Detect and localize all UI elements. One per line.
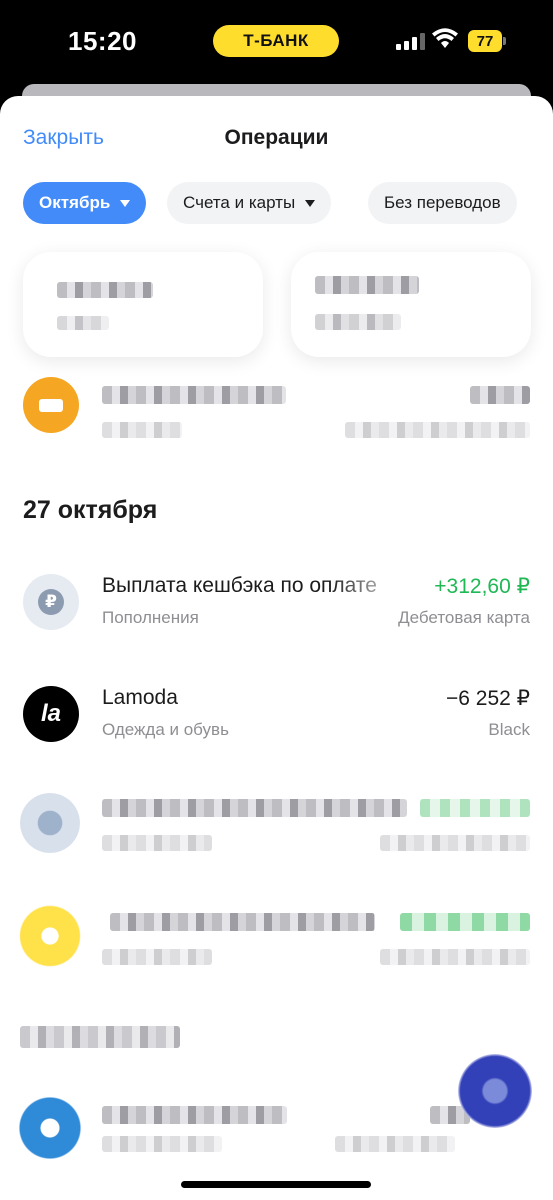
- redacted-icon[interactable]: [18, 904, 82, 968]
- redacted-date-header: [20, 1026, 180, 1048]
- redacted-text: [102, 1106, 287, 1124]
- operation-amount: +312,60 ₽: [434, 575, 530, 598]
- title-fade: [330, 567, 410, 603]
- transfers-filter-label: Без переводов: [384, 193, 501, 212]
- redacted-icon[interactable]: [20, 793, 80, 853]
- redacted-text: [345, 422, 530, 438]
- redacted-text: [57, 316, 109, 330]
- operation-account: Дебетовая карта: [398, 608, 530, 627]
- redacted-text: [110, 913, 375, 931]
- redacted-text: [315, 276, 419, 294]
- redacted-text: [57, 282, 153, 298]
- accounts-filter-label: Счета и карты: [183, 193, 296, 212]
- status-time: 15:20: [68, 26, 137, 56]
- transfers-filter-chip[interactable]: Без переводов: [368, 182, 517, 224]
- battery-icon: 77: [468, 30, 502, 52]
- redacted-text: [335, 1136, 455, 1152]
- chevron-down-icon: [120, 199, 131, 207]
- accounts-filter-chip[interactable]: Счета и карты: [167, 182, 332, 224]
- redacted-text: [102, 949, 212, 965]
- redacted-text: [102, 799, 407, 817]
- expenses-summary-card[interactable]: [23, 252, 263, 357]
- shopping-bag-icon[interactable]: [23, 377, 79, 433]
- home-indicator: [181, 1181, 371, 1188]
- redacted-text: [420, 799, 530, 817]
- battery-tip: [503, 37, 506, 45]
- redacted-text: [400, 913, 530, 931]
- operation-category: Пополнения: [102, 608, 199, 627]
- operation-amount: −6 252 ₽: [445, 687, 530, 710]
- operation-row-lamoda[interactable]: la Lamoda Одежда и обувь −6 252 ₽ Black: [0, 679, 553, 749]
- redacted-text: [102, 835, 212, 851]
- ruble-icon: ₽: [38, 589, 64, 615]
- page-title: Операции: [224, 126, 329, 149]
- redacted-text: [102, 386, 286, 404]
- operation-category: Одежда и обувь: [102, 720, 229, 739]
- bank-badge: Т-БАНК: [213, 25, 339, 57]
- operation-row-cashback[interactable]: ₽ Выплата кешбэка по оплате Пополнения +…: [0, 567, 553, 637]
- chevron-down-icon: [305, 199, 316, 207]
- income-summary-card[interactable]: [291, 252, 531, 357]
- operation-title: Lamoda: [102, 686, 178, 709]
- redacted-text: [380, 835, 530, 851]
- redacted-text: [102, 1136, 222, 1152]
- operations-sheet: Закрыть Операции Октябрь Счета и карты Б…: [0, 96, 553, 1200]
- signal-icon: [396, 32, 425, 50]
- operation-account: Black: [488, 720, 530, 739]
- floating-action-button[interactable]: [458, 1054, 532, 1128]
- date-header: 27 октября: [23, 496, 158, 524]
- month-filter-label: Октябрь: [39, 193, 111, 212]
- redacted-text: [470, 386, 530, 404]
- month-filter-chip[interactable]: Октябрь: [23, 182, 147, 224]
- redacted-text: [315, 314, 401, 330]
- redacted-text: [102, 422, 182, 438]
- lamoda-logo: la: [23, 686, 79, 742]
- wifi-icon: [432, 28, 458, 48]
- status-bar: 15:20 Т-БАНК 77: [0, 0, 553, 82]
- redacted-icon[interactable]: [18, 1096, 82, 1160]
- redacted-text: [380, 949, 530, 965]
- cashback-icon: ₽: [23, 574, 79, 630]
